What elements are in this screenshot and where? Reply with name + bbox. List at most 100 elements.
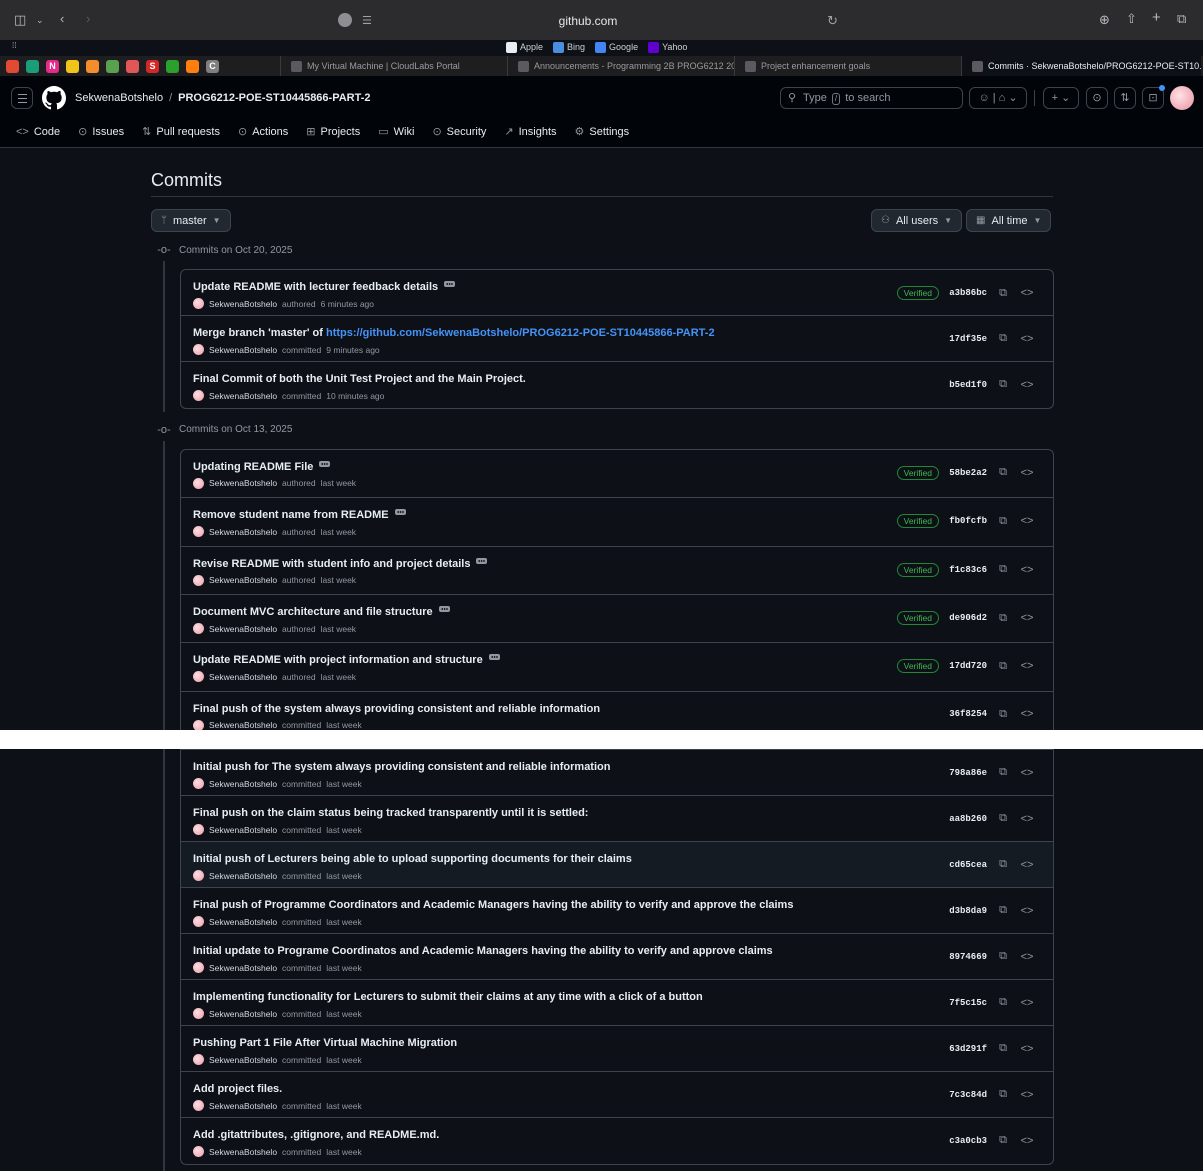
time-filter-button[interactable]: ▦ All time ▼ xyxy=(966,209,1052,232)
commit-row[interactable]: Revise README with student info and proj… xyxy=(181,547,1053,596)
commit-title-link[interactable]: Final push of Programme Coordinators and… xyxy=(193,899,793,911)
author-avatar[interactable] xyxy=(193,477,204,489)
expand-message-button[interactable] xyxy=(319,460,331,467)
commit-title-link[interactable]: Initial push for The system always provi… xyxy=(193,761,610,773)
pull-requests-button[interactable]: ⇅ xyxy=(1114,87,1136,109)
commit-sha-link[interactable]: 63d291f xyxy=(947,1044,987,1054)
pinned-tab-icon[interactable]: N xyxy=(46,59,59,73)
reader-icon[interactable]: ☰ xyxy=(362,10,372,32)
copy-icon[interactable]: ⧉ xyxy=(995,858,1011,871)
commit-sha-link[interactable]: 17df35e xyxy=(947,334,987,344)
commit-title-link[interactable]: Remove student name from README xyxy=(193,509,389,521)
copy-icon[interactable]: ⧉ xyxy=(995,378,1011,391)
author-avatar[interactable] xyxy=(193,671,204,683)
commit-sha-link[interactable]: 36f8254 xyxy=(947,709,987,719)
copy-icon[interactable]: ⧉ xyxy=(995,812,1011,825)
expand-message-button[interactable] xyxy=(476,557,488,564)
author-link[interactable]: SekwenaBotshelo xyxy=(209,1101,277,1111)
author-link[interactable]: SekwenaBotshelo xyxy=(209,779,277,789)
author-avatar[interactable] xyxy=(193,1146,204,1157)
tab-security[interactable]: ⊙ Security xyxy=(432,125,486,139)
verified-badge[interactable]: Verified xyxy=(896,659,939,674)
author-link[interactable]: SekwenaBotshelo xyxy=(209,917,277,927)
copy-icon[interactable]: ⧉ xyxy=(995,612,1011,625)
author-link[interactable]: SekwenaBotshelo xyxy=(209,575,277,585)
browse-code-icon[interactable]: <> xyxy=(1019,767,1035,779)
author-avatar[interactable] xyxy=(193,526,204,538)
pinned-tab-icon[interactable] xyxy=(106,59,119,73)
pinned-tab-icon[interactable]: S xyxy=(146,59,159,73)
search-input[interactable]: ⚲ Type / to search xyxy=(780,87,963,109)
pinned-tab-icon[interactable] xyxy=(166,59,179,73)
tab-actions[interactable]: ⊙ Actions xyxy=(238,125,288,139)
commit-title-link[interactable]: Update README with project information a… xyxy=(193,654,483,666)
browser-tab[interactable]: Project enhancement goals xyxy=(734,56,961,76)
commit-title-link[interactable]: Final push of the system always providin… xyxy=(193,703,600,715)
author-link[interactable]: SekwenaBotshelo xyxy=(209,871,277,881)
commit-row[interactable]: Initial push of Lecturers being able to … xyxy=(181,842,1053,888)
privacy-shield-icon[interactable] xyxy=(338,13,352,27)
branch-selector-button[interactable]: ᛘ master ▼ xyxy=(151,209,231,232)
commit-row[interactable]: Update README with lecturer feedback det… xyxy=(181,270,1053,316)
author-link[interactable]: SekwenaBotshelo xyxy=(209,345,277,355)
commit-sha-link[interactable]: 17dd720 xyxy=(947,661,987,671)
favorite-item[interactable]: Google xyxy=(595,40,638,54)
repo-owner-link[interactable]: SekwenaBotshelo xyxy=(75,92,163,104)
commit-title-link[interactable]: Initial update to Programe Coordinatos a… xyxy=(193,945,773,957)
tab-pull-requests[interactable]: ⇅ Pull requests xyxy=(142,125,220,139)
pinned-tab-icon[interactable] xyxy=(186,59,199,73)
address-bar[interactable]: ☰ github.com ↻ xyxy=(328,10,848,32)
downloads-icon[interactable]: ⊕ xyxy=(1099,12,1110,28)
forward-icon[interactable]: › xyxy=(86,11,90,27)
author-link[interactable]: SekwenaBotshelo xyxy=(209,1009,277,1019)
commit-sha-link[interactable]: d3b8da9 xyxy=(947,906,987,916)
copy-icon[interactable]: ⧉ xyxy=(995,950,1011,963)
copy-icon[interactable]: ⧉ xyxy=(995,660,1011,673)
tab-settings[interactable]: ⚙ Settings xyxy=(575,125,630,139)
author-avatar[interactable] xyxy=(193,623,204,635)
commit-sha-link[interactable]: fb0fcfb xyxy=(947,516,987,526)
pinned-tab-icon[interactable] xyxy=(66,59,79,73)
users-filter-button[interactable]: ⚇ All users ▼ xyxy=(871,209,963,232)
commit-sha-link[interactable]: 798a86e xyxy=(947,768,987,778)
favorite-item[interactable]: Apple xyxy=(506,40,543,54)
commit-title-link[interactable]: Final Commit of both the Unit Test Proje… xyxy=(193,373,526,385)
expand-message-button[interactable] xyxy=(444,281,456,287)
copy-icon[interactable]: ⧉ xyxy=(995,708,1011,721)
copy-icon[interactable]: ⧉ xyxy=(995,515,1011,528)
author-avatar[interactable] xyxy=(193,1008,204,1019)
copy-icon[interactable]: ⧉ xyxy=(995,766,1011,779)
commit-row[interactable]: Pushing Part 1 File After Virtual Machin… xyxy=(181,1026,1053,1072)
pinned-tab-icon[interactable] xyxy=(6,59,19,73)
author-avatar[interactable] xyxy=(193,962,204,973)
commit-title-link[interactable]: Add project files. xyxy=(193,1083,282,1095)
menu-button[interactable] xyxy=(11,87,33,109)
commit-title-link[interactable]: Updating README File xyxy=(193,461,313,473)
browser-tab[interactable]: Commits · SekwenaBotshelo/PROG6212-POE-S… xyxy=(961,56,1201,76)
commit-sha-link[interactable]: 7f5c15c xyxy=(947,998,987,1008)
commit-title-link[interactable]: Update README with lecturer feedback det… xyxy=(193,281,438,293)
browse-code-icon[interactable]: <> xyxy=(1019,287,1035,299)
browse-code-icon[interactable]: <> xyxy=(1019,564,1035,576)
copy-icon[interactable]: ⧉ xyxy=(995,1134,1011,1147)
commit-row[interactable]: Final Commit of both the Unit Test Proje… xyxy=(181,362,1053,408)
browse-code-icon[interactable]: <> xyxy=(1019,1089,1035,1101)
commit-sha-link[interactable]: 7c3c84d xyxy=(947,1090,987,1100)
tab-issues[interactable]: ⊙ Issues xyxy=(78,125,124,139)
author-avatar[interactable] xyxy=(193,1054,204,1065)
copilot-button[interactable]: ☺ | ⌂ ⌄ xyxy=(969,87,1027,109)
browse-code-icon[interactable]: <> xyxy=(1019,333,1035,345)
browse-code-icon[interactable]: <> xyxy=(1019,1043,1035,1055)
pinned-tab-icon[interactable] xyxy=(126,59,139,73)
author-link[interactable]: SekwenaBotshelo xyxy=(209,963,277,973)
commit-row[interactable]: Merge branch 'master' of https://github.… xyxy=(181,316,1053,362)
commit-row[interactable]: Add project files. SekwenaBotshelo committ… xyxy=(181,1072,1053,1118)
copy-icon[interactable]: ⧉ xyxy=(995,904,1011,917)
verified-badge[interactable]: Verified xyxy=(896,562,939,577)
verified-badge[interactable]: Verified xyxy=(896,465,939,480)
commit-sha-link[interactable]: c3a0cb3 xyxy=(947,1136,987,1146)
user-avatar[interactable] xyxy=(1170,86,1194,110)
commit-title-link[interactable]: Document MVC architecture and file struc… xyxy=(193,606,433,618)
browse-code-icon[interactable]: <> xyxy=(1019,708,1035,720)
author-avatar[interactable] xyxy=(193,298,204,309)
